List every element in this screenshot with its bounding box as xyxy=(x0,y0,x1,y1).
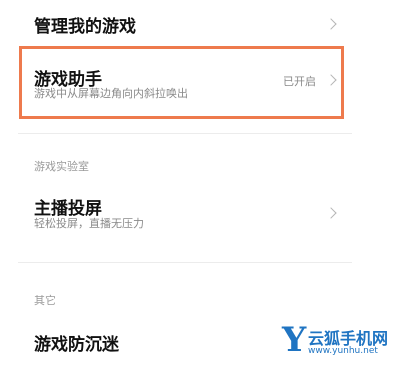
menu-item-subtitle: 轻松投屏，直播无压力 xyxy=(34,217,144,230)
divider xyxy=(18,262,352,263)
menu-item-subtitle: 游戏中从屏幕边角向内斜拉唤出 xyxy=(34,87,188,100)
menu-item-game-assistant[interactable]: 游戏助手 游戏中从屏幕边角向内斜拉唤出 已开启 xyxy=(0,49,400,117)
yunhu-logo-icon: Y xyxy=(282,320,307,360)
menu-item-manage-games[interactable]: 管理我的游戏 xyxy=(0,0,400,46)
menu-item-title: 管理我的游戏 xyxy=(34,17,136,37)
chevron-right-icon xyxy=(325,18,337,30)
watermark-logo: Y 云狐手机网 www.yunhu.net xyxy=(280,320,400,367)
chevron-right-icon xyxy=(325,74,337,86)
menu-item-title: 游戏防沉迷 xyxy=(34,335,119,355)
menu-item-streamer-cast[interactable]: 主播投屏 轻松投屏，直播无压力 xyxy=(0,180,400,244)
section-header-other: 其它 xyxy=(34,294,56,307)
divider xyxy=(18,133,352,134)
section-header-lab: 游戏实验室 xyxy=(34,160,89,173)
chevron-right-icon xyxy=(325,207,337,219)
watermark-url: www.yunhu.net xyxy=(308,346,378,356)
status-text: 已开启 xyxy=(283,75,316,88)
